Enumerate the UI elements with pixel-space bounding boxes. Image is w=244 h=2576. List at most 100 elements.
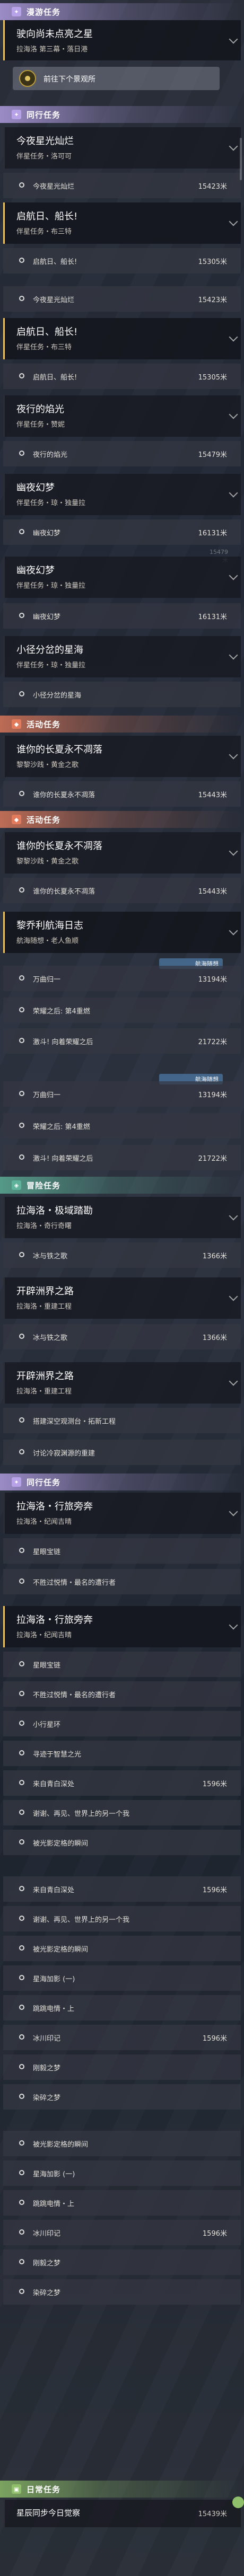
section-icon: ▣ [12, 2484, 21, 2494]
objective-row[interactable]: 今夜星光灿烂 15423米 [3, 173, 241, 198]
quest-card[interactable]: 谁你的长夏永不凋落 黎黎沙践・黄金之歌 [3, 832, 241, 874]
objective-row[interactable]: 谢谢、再见、世界上的另一个我 [3, 1800, 241, 1825]
objective-row[interactable]: 激斗! 向着荣耀之后 21722米 [3, 1028, 241, 1054]
objective-row[interactable]: 冰川印记 1596米 [3, 2025, 241, 2050]
expand-chevron-icon[interactable] [229, 410, 238, 419]
quest-subtitle: 伴星任务・赞妮 [16, 421, 65, 429]
objective-row[interactable]: 幽夜幻梦 16131米 [3, 603, 241, 629]
quest-card[interactable]: 开辟洲界之路 拉海洛・重建工程 [3, 1362, 241, 1404]
objective-row[interactable]: 今夜星光灿烂 15423米 [3, 286, 241, 312]
objective-row[interactable]: 星眼宝链 [3, 1538, 241, 1564]
quest-subtitle: 伴星任务・琼・独量拉 [16, 582, 86, 590]
expand-chevron-icon[interactable] [229, 1292, 238, 1301]
objective-row[interactable]: 万曲归一 13194米 [3, 966, 241, 991]
quest-subtitle: 拉海洛・奇行奇曙 [16, 1222, 72, 1230]
expand-chevron-icon[interactable] [229, 142, 238, 151]
quest-card[interactable]: 谁你的长夏永不凋落 黎黎沙践・黄金之歌 [3, 736, 241, 777]
objective-circle-icon [19, 1945, 24, 1951]
objective-row[interactable]: 启航日、船长! 15305米 [3, 364, 241, 389]
objective-row[interactable]: 被光影定格的瞬间 [3, 1936, 241, 1961]
section-icon: ◆ [12, 719, 21, 729]
objective-text: 激斗! 向着荣耀之后 [33, 1155, 93, 1163]
objective-row[interactable]: 来自青白深处 1596米 [3, 1770, 241, 1796]
quest-card[interactable]: 幽夜幻梦 伴星任务・琼・独量拉 [3, 474, 241, 515]
objective-text: 来自青白深处 [33, 1780, 75, 1788]
objective-row[interactable]: 夜行的焰光 15479米 [3, 441, 241, 466]
quest-card[interactable]: 开辟洲界之路 拉海洛・重建工程 [3, 1277, 241, 1319]
quest-card[interactable]: 夜行的焰光 伴星任务・赞妮 [3, 395, 241, 437]
objective-row[interactable]: 不胜过悦情・最名的遭行者 [3, 1681, 241, 1707]
objective-row[interactable]: 荣耀之后: 第4重燃 [3, 1113, 241, 1139]
section-header-trailblaze: ✦ 漫游任务 [0, 3, 244, 20]
expand-chevron-icon[interactable] [229, 571, 238, 580]
objective-row[interactable]: 小径分岔的星海 [3, 682, 241, 707]
objective-row[interactable]: 刚毅之梦 [3, 2249, 241, 2275]
objective-row[interactable]: 星海加影 (一) [3, 1965, 241, 1991]
expand-chevron-icon[interactable] [229, 34, 238, 44]
objective-row[interactable]: 星海加影 (一) [3, 2160, 241, 2186]
objective-row[interactable]: 小行星环 [3, 1711, 241, 1736]
expand-chevron-icon[interactable] [229, 926, 238, 936]
section-title: 同行任务 [27, 110, 61, 120]
objective-row[interactable]: 冰与铁之歌 1366米 [3, 1324, 241, 1349]
expand-chevron-icon[interactable] [229, 750, 238, 760]
section-title: 同行任务 [27, 1477, 61, 1487]
ghost-distance: 15479米 [210, 549, 228, 563]
quest-card[interactable]: 拉海洛・行旅旁奔 拉海洛・纪闻吉晴 [3, 1606, 241, 1647]
quest-card[interactable]: 拉海洛・极域踏勘 拉海洛・奇行奇曙 [3, 1197, 241, 1238]
objective-row[interactable]: 冰川印记 1596米 [3, 2220, 241, 2245]
objective-row[interactable]: 谢谢、再见、世界上的另一个我 [3, 1906, 241, 1931]
objective-distance: 15305米 [198, 258, 227, 266]
objective-row[interactable]: 万曲归一 13194米 [3, 1081, 241, 1107]
daily-card[interactable]: 星辰同步今日觉察 15439米 [3, 2496, 244, 2527]
go-next-button[interactable]: 前往下个景观所 [13, 67, 220, 90]
objective-row[interactable]: 跳跳电情・上 [3, 2190, 241, 2216]
expand-chevron-icon[interactable] [229, 488, 238, 498]
objective-text: 星眼宝链 [33, 1662, 61, 1670]
expand-chevron-icon[interactable] [229, 217, 238, 226]
quest-card[interactable]: 启航日、船长! 伴星任务・布三特 [3, 202, 241, 244]
objective-row[interactable]: 搭建深空观测台・拓新工程 [3, 1408, 241, 1433]
objective-circle-icon [19, 1886, 24, 1891]
objective-row[interactable]: 染碎之梦 [3, 2084, 241, 2110]
objective-row[interactable]: 星眼宝链 [3, 1652, 241, 1677]
expand-chevron-icon[interactable] [229, 1507, 238, 1516]
objective-row[interactable]: 来自青白深处 1596米 [3, 1876, 241, 1902]
expand-chevron-icon[interactable] [229, 1211, 238, 1221]
objective-row[interactable]: 染碎之梦 [3, 2279, 241, 2305]
quest-card[interactable]: 今夜星光灿烂 伴星任务・洛可可 [3, 127, 241, 169]
objective-row[interactable]: 被光影定格的瞬间 [3, 2131, 241, 2156]
quest-card[interactable]: 黎乔利航海日志 航海随想・老人鱼顺 [3, 912, 241, 953]
objective-row[interactable]: 被光影定格的瞬间 [3, 1830, 241, 1855]
quest-card[interactable]: 启航日、船长! 伴星任务・布三特 [3, 318, 241, 359]
objective-row[interactable]: 跳跳电情・上 [3, 1995, 241, 2021]
objective-row[interactable]: 不胜过悦情・最名的遭行者 [3, 1569, 241, 1594]
scrollbar[interactable] [240, 138, 242, 180]
expand-chevron-icon[interactable] [229, 1620, 238, 1630]
objective-row[interactable]: 幽夜幻梦 16131米 [3, 519, 241, 545]
objective-row[interactable]: 谁你的长夏永不凋落 15443米 [3, 781, 241, 807]
quest-card[interactable]: 驶向尚未点亮之星 拉海洛 第三幕・落日港 [3, 20, 241, 60]
section-icon: ✦ [12, 7, 21, 16]
objective-row[interactable]: 荣耀之后: 第4重燃 [3, 998, 241, 1023]
expand-chevron-icon[interactable] [229, 332, 238, 342]
quest-card[interactable]: 拉海洛・行旅旁奔 拉海洛・纪闻吉晴 [3, 1493, 241, 1534]
objective-row[interactable]: 刚毅之梦 [3, 2054, 241, 2080]
objective-row[interactable]: 激斗! 向着荣耀之后 21722米 [3, 1145, 241, 1170]
objective-text: 荣耀之后: 第4重燃 [33, 1123, 90, 1131]
objective-row[interactable]: 寻迹于智慧之光 [3, 1741, 241, 1766]
objective-row[interactable]: 讨论冷寂渊源的重建 [3, 1440, 241, 1465]
expand-chevron-icon[interactable] [229, 1377, 238, 1386]
objective-distance: 16131米 [198, 530, 227, 537]
section-header-companion: ✦ 同行任务 [0, 106, 244, 123]
objective-row[interactable]: 冰与铁之歌 1366米 [3, 1242, 241, 1268]
objective-distance: 16131米 [198, 613, 227, 621]
objective-row[interactable]: 谁你的长夏永不凋落 15443米 [3, 878, 241, 903]
quest-card[interactable]: 幽夜幻梦 伴星任务・琼・独量拉 [3, 557, 241, 598]
expand-chevron-icon[interactable] [229, 846, 238, 856]
quest-card[interactable]: 小径分岔的星海 伴星任务・琼・独量拉 [3, 636, 241, 677]
section-title: 漫游任务 [27, 7, 61, 17]
objective-row[interactable]: 启航日、船长! 15305米 [3, 248, 241, 274]
objective-text: 谢谢、再见、世界上的另一个我 [33, 1810, 130, 1818]
expand-chevron-icon[interactable] [229, 650, 238, 660]
